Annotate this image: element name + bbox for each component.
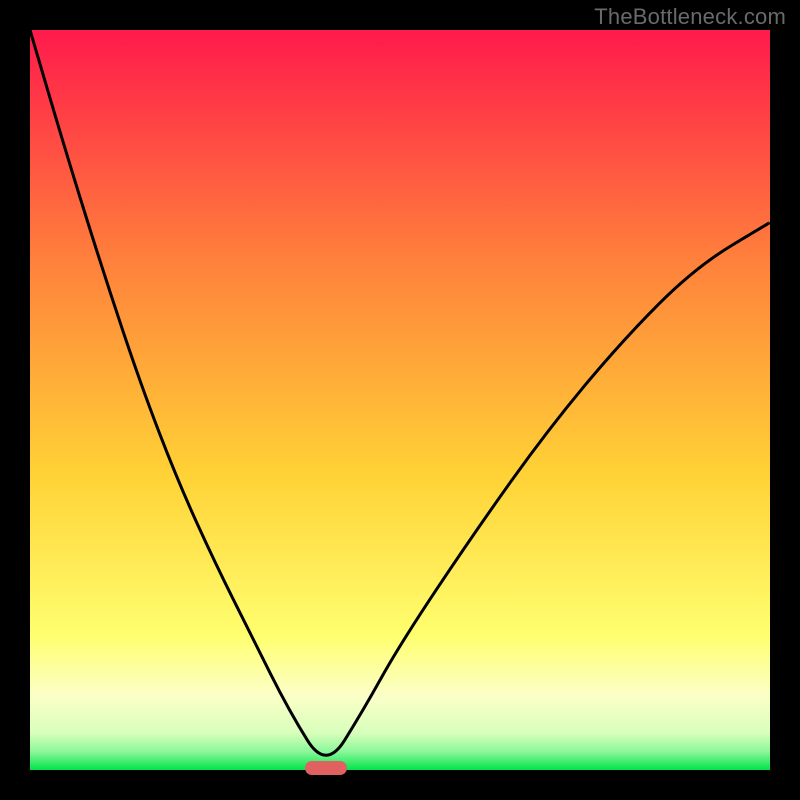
gradient-background bbox=[30, 30, 770, 770]
bottleneck-chart bbox=[30, 30, 770, 770]
minimum-marker bbox=[305, 761, 347, 775]
chart-frame: TheBottleneck.com bbox=[0, 0, 800, 800]
watermark-text: TheBottleneck.com bbox=[594, 4, 786, 30]
plot-area bbox=[30, 30, 770, 770]
